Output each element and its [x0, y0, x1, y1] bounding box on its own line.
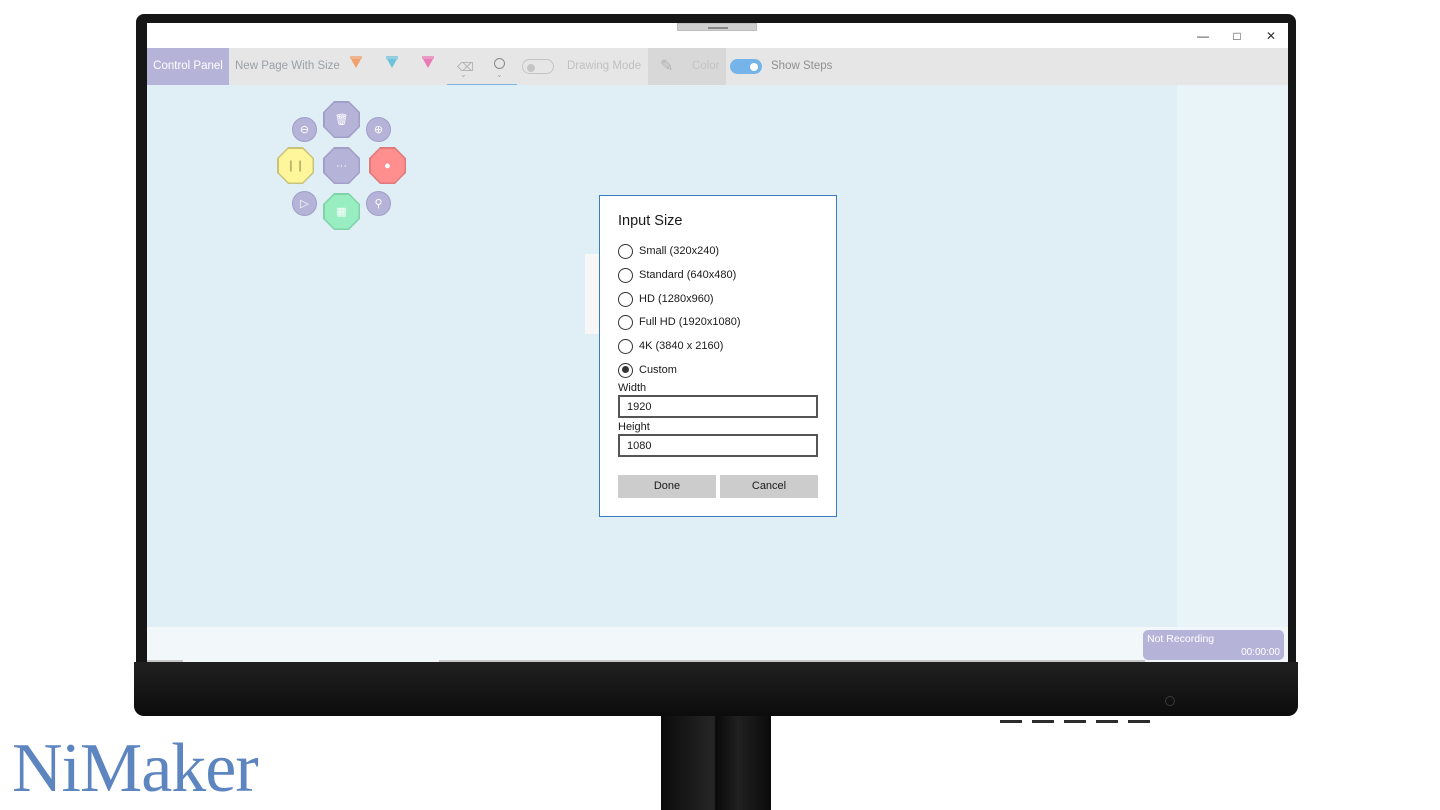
radio-label: Custom — [639, 364, 677, 376]
new-page-with-size-button[interactable]: New Page With Size — [235, 48, 340, 85]
marker-orange-icon[interactable] — [349, 56, 363, 76]
zoom-in-icon: ⊕ — [373, 124, 384, 136]
zoom-in-button[interactable]: ⊕ — [366, 117, 391, 142]
radio-button-selected[interactable] — [618, 362, 633, 378]
eraser-shape-group: ⌫ ⌄ ⌄ — [447, 56, 517, 85]
radio-label: HD (1280x960) — [639, 293, 714, 305]
radio-label: Small (320x240) — [639, 245, 720, 257]
trash-icon: 🗑 — [334, 114, 349, 126]
radio-button[interactable] — [618, 267, 633, 283]
input-size-dialog: Input Size Small (320x240) Standard (640… — [599, 195, 837, 517]
nimaker-logo: NiMaker — [12, 730, 259, 807]
zoom-out-icon: ⊖ — [299, 124, 310, 136]
play-icon: ▷ — [300, 198, 309, 210]
marker-pink-icon[interactable] — [421, 56, 435, 76]
record-icon: ● — [384, 159, 391, 172]
minimize-button[interactable]: — — [1193, 27, 1213, 45]
save-icon: ▦ — [336, 206, 347, 218]
pause-icon: ❙❙ — [286, 160, 305, 172]
control-panel-button[interactable]: Control Panel — [147, 48, 229, 85]
status-bar — [147, 627, 1288, 662]
maximize-button[interactable]: □ — [1227, 27, 1247, 45]
radio-label: Standard (640x480) — [639, 269, 737, 281]
toolbar-drag-handle[interactable] — [677, 23, 757, 31]
power-icon — [1165, 696, 1175, 706]
color-button[interactable]: ✎ Color — [648, 48, 726, 85]
drawing-mode-label: Drawing Mode — [567, 60, 642, 72]
chevron-down-icon[interactable]: ⌄ — [496, 70, 503, 79]
close-button[interactable]: ✕ — [1261, 27, 1281, 45]
radio-button[interactable] — [618, 291, 633, 307]
recording-state: Not Recording — [1147, 633, 1215, 645]
scrollbar-left[interactable] — [147, 660, 183, 662]
right-panel — [1177, 85, 1288, 627]
play-button[interactable]: ▷ — [292, 191, 317, 216]
app-window: — □ ✕ Control Panel New Page With Size ⌫… — [147, 23, 1288, 662]
search-button[interactable]: ⚲ — [366, 191, 391, 216]
chevron-down-icon[interactable]: ⌄ — [460, 70, 467, 79]
monitor-buttons — [1000, 710, 1160, 723]
done-button[interactable]: Done — [618, 475, 716, 498]
show-steps-toggle[interactable] — [730, 59, 762, 74]
toolbar: Control Panel New Page With Size ⌫ ⌄ ⌄ D… — [147, 48, 1288, 85]
monitor-stand — [661, 716, 771, 810]
color-label: Color — [692, 60, 720, 72]
pen-icon: ✎ — [660, 58, 674, 75]
radio-small[interactable]: Small (320x240) — [618, 243, 719, 259]
horizontal-scrollbar[interactable] — [439, 660, 1145, 662]
monitor-chin — [134, 662, 1298, 716]
radio-button[interactable] — [618, 314, 633, 330]
dialog-title: Input Size — [618, 213, 683, 229]
zoom-out-button[interactable]: ⊖ — [292, 117, 317, 142]
height-input[interactable] — [618, 434, 818, 457]
product-screenshot: — □ ✕ Control Panel New Page With Size ⌫… — [0, 0, 1440, 810]
more-icon: ··· — [336, 159, 347, 172]
search-icon: ⚲ — [374, 198, 383, 210]
show-steps-label: Show Steps — [771, 60, 833, 72]
radio-standard[interactable]: Standard (640x480) — [618, 267, 736, 283]
drawing-mode-toggle[interactable] — [522, 59, 554, 74]
radio-4k[interactable]: 4K (3840 x 2160) — [618, 338, 723, 354]
recording-timer: 00:00:00 — [1241, 647, 1280, 658]
width-input[interactable] — [618, 395, 818, 418]
height-label: Height — [618, 421, 650, 433]
radio-custom[interactable]: Custom — [618, 362, 677, 378]
radio-label: Full HD (1920x1080) — [639, 316, 741, 328]
radio-hd[interactable]: HD (1280x960) — [618, 291, 714, 307]
radio-full-hd[interactable]: Full HD (1920x1080) — [618, 314, 741, 330]
radio-button[interactable] — [618, 243, 633, 259]
width-label: Width — [618, 382, 647, 394]
shape-circle-icon[interactable] — [494, 58, 505, 69]
marker-blue-icon[interactable] — [385, 56, 399, 76]
cancel-button[interactable]: Cancel — [720, 475, 818, 498]
radio-label: 4K (3840 x 2160) — [639, 340, 724, 352]
radio-button[interactable] — [618, 338, 633, 354]
recording-status-badge: Not Recording 00:00:00 — [1143, 630, 1284, 660]
